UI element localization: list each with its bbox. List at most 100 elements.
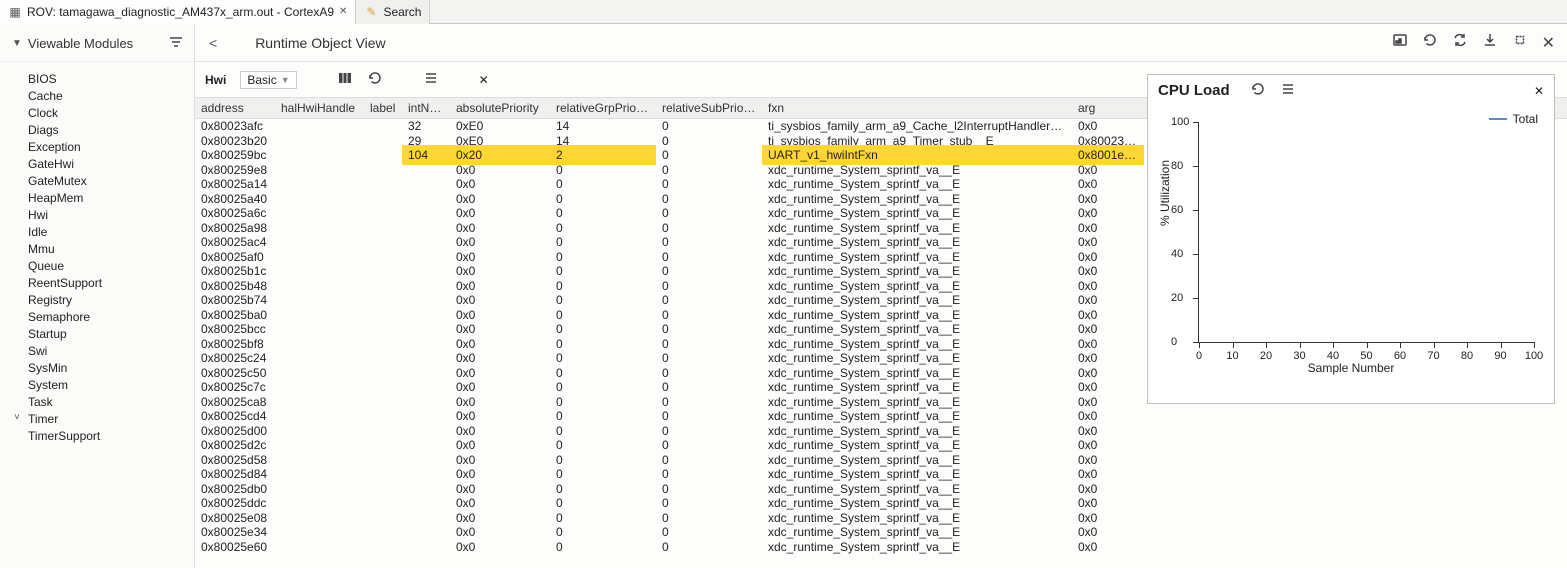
refresh-chart-icon[interactable]: [1250, 81, 1266, 100]
table-cell: [402, 471, 450, 477]
sidebar-item[interactable]: ReentSupport: [28, 274, 194, 291]
table-cell: [370, 515, 402, 521]
tab-search[interactable]: ✎ Search: [356, 0, 430, 24]
table-cell: 0x0: [450, 537, 550, 557]
table-cell: [275, 167, 370, 173]
table-cell: [402, 268, 450, 274]
columns-icon[interactable]: [337, 70, 353, 89]
table-cell: [370, 457, 402, 463]
table-cell: 0: [656, 537, 762, 557]
close-panel-icon[interactable]: ✕: [1542, 33, 1555, 53]
table-cell: [402, 428, 450, 434]
close-table-icon[interactable]: ✕: [479, 73, 489, 87]
table-cell: [402, 283, 450, 289]
sidebar-item[interactable]: Diags: [28, 121, 194, 138]
table-cell: [370, 529, 402, 535]
table-cell: [275, 370, 370, 376]
th-address[interactable]: address: [195, 98, 275, 118]
table-cell: [370, 370, 402, 376]
back-button[interactable]: <: [201, 35, 225, 51]
sidebar-item[interactable]: Swi: [28, 342, 194, 359]
sidebar-item[interactable]: Task: [28, 393, 194, 410]
table-cell: [275, 355, 370, 361]
th-label[interactable]: label: [370, 98, 402, 118]
cpu-load-panel: CPU Load ✕ Total % Utilization 020406080…: [1147, 74, 1555, 404]
refresh-icon[interactable]: [1422, 32, 1438, 53]
table-cell: [370, 486, 402, 492]
table-cell: [402, 457, 450, 463]
sidebar-item[interactable]: GateHwi: [28, 155, 194, 172]
sidebar-item[interactable]: Clock: [28, 104, 194, 121]
th-abspriority[interactable]: absolutePriority: [450, 98, 550, 118]
chart-menu-icon[interactable]: [1280, 81, 1296, 100]
close-chart-icon[interactable]: ✕: [1534, 84, 1544, 98]
view-mode-value: Basic: [247, 73, 276, 87]
th-intnum[interactable]: intNum: [402, 98, 450, 118]
table-cell: [275, 181, 370, 187]
table-cell: [370, 297, 402, 303]
th-fxn[interactable]: fxn: [762, 98, 1072, 118]
fullscreen-icon[interactable]: [1512, 32, 1528, 53]
sidebar-item[interactable]: SysMin: [28, 359, 194, 376]
menu-icon[interactable]: [423, 70, 439, 89]
th-arg[interactable]: arg: [1072, 98, 1144, 118]
sidebar-item[interactable]: Timer: [28, 410, 194, 427]
sidebar-item[interactable]: Queue: [28, 257, 194, 274]
sidebar-item[interactable]: Registry: [28, 291, 194, 308]
sidebar-item[interactable]: TimerSupport: [28, 427, 194, 444]
table-cell: [275, 399, 370, 405]
main-toolbar: < Runtime Object View ✕: [195, 24, 1567, 62]
table-cell: [275, 471, 370, 477]
table-cell: [402, 544, 450, 550]
table-cell: [402, 297, 450, 303]
refresh-table-icon[interactable]: [367, 70, 383, 89]
sidebar-item[interactable]: BIOS: [28, 70, 194, 87]
filter-icon[interactable]: [168, 34, 184, 53]
editor-tabbar: ▦ ROV: tamagawa_diagnostic_AM437x_arm.ou…: [0, 0, 1567, 24]
close-icon[interactable]: ✕: [339, 6, 347, 17]
main-title: Runtime Object View: [255, 35, 385, 51]
table-cell: [275, 486, 370, 492]
table-row[interactable]: 0x80025e600x000xdc_runtime_System_sprint…: [195, 540, 1567, 555]
th-halhwihandle[interactable]: halHwiHandle: [275, 98, 370, 118]
table-cell: [275, 254, 370, 260]
th-relsubpriority[interactable]: relativeSubPriority: [656, 98, 762, 118]
th-relgrppriority[interactable]: relativeGrpPriority: [550, 98, 656, 118]
dashboard-icon[interactable]: [1392, 32, 1408, 53]
tab-rov[interactable]: ▦ ROV: tamagawa_diagnostic_AM437x_arm.ou…: [0, 0, 356, 24]
y-axis-label: % Utilization: [1158, 160, 1172, 226]
view-mode-select[interactable]: Basic ▼: [240, 71, 296, 89]
table-cell: [275, 210, 370, 216]
table-cell: [275, 152, 370, 158]
table-cell: [370, 355, 402, 361]
y-tick-label: 100: [1171, 116, 1189, 128]
table-module-label: Hwi: [205, 73, 226, 87]
tab-rov-title: ROV: tamagawa_diagnostic_AM437x_arm.out …: [27, 5, 334, 19]
table-cell: [402, 370, 450, 376]
table-cell: [402, 326, 450, 332]
table-cell: [402, 399, 450, 405]
download-icon[interactable]: [1482, 32, 1498, 53]
sidebar-title: Viewable Modules: [28, 36, 133, 51]
sidebar-item[interactable]: Cache: [28, 87, 194, 104]
table-cell: [275, 515, 370, 521]
sidebar-header[interactable]: ▼ Viewable Modules: [0, 24, 194, 62]
table-cell: [402, 486, 450, 492]
table-cell: xdc_runtime_System_sprintf_va__E: [762, 537, 1072, 557]
sidebar-item[interactable]: System: [28, 376, 194, 393]
refresh-auto-icon[interactable]: [1452, 32, 1468, 53]
sidebar-item[interactable]: Idle: [28, 223, 194, 240]
sidebar-item[interactable]: Startup: [28, 325, 194, 342]
search-wand-icon: ✎: [364, 5, 378, 19]
sidebar-item[interactable]: Hwi: [28, 206, 194, 223]
sidebar-item[interactable]: GateMutex: [28, 172, 194, 189]
sidebar-item[interactable]: Exception: [28, 138, 194, 155]
sidebar-item[interactable]: HeapMem: [28, 189, 194, 206]
table-cell: [370, 384, 402, 390]
sidebar-item[interactable]: Mmu: [28, 240, 194, 257]
sidebar-item[interactable]: Semaphore: [28, 308, 194, 325]
table-cell: [402, 515, 450, 521]
table-cell: [275, 326, 370, 332]
chart-body: Total % Utilization 02040608010001020304…: [1148, 106, 1554, 403]
table-cell: [402, 239, 450, 245]
